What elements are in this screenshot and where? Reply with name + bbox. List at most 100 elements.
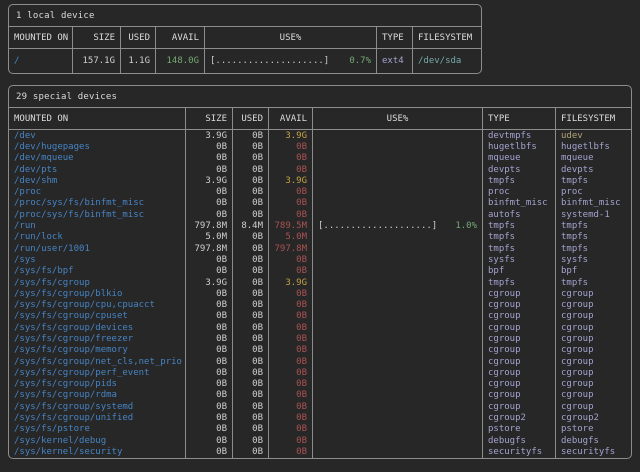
table-row: /sys/fs/cgroup/rdma 0B 0B 0B cgroup cgro… [9, 390, 631, 401]
table-row: /sys/fs/cgroup/blkio 0B 0B 0B cgroup cgr… [9, 288, 631, 299]
mount-point: /sys/fs/cgroup/systemd [9, 401, 186, 412]
mount-point: /sys/fs/cgroup/pids [9, 379, 186, 390]
avail-value: 148.0G [156, 49, 205, 73]
size-value: 797.8M [186, 220, 233, 231]
filesystem-name: debugfs [556, 435, 631, 446]
table-row: /sys/fs/pstore 0B 0B 0B pstore pstore [9, 424, 631, 435]
used-value: 0B [233, 435, 269, 446]
mount-point: /sys/fs/cgroup/net_cls,net_prio [9, 356, 186, 367]
use-percent-cell [313, 232, 483, 243]
table-row: /sys/fs/cgroup/devices 0B 0B 0B cgroup c… [9, 322, 631, 333]
size-value: 0B [186, 424, 233, 435]
filesystem-name: /dev/sda [413, 49, 481, 73]
fs-type: securityfs [483, 446, 556, 457]
mount-point: /dev/shm [9, 175, 186, 186]
size-value: 157.1G [73, 49, 121, 73]
usage-bar: [....................] [210, 56, 329, 66]
avail-value: 0B [269, 266, 313, 277]
table-row: /sys/fs/bpf 0B 0B 0B bpf bpf [9, 266, 631, 277]
special-devices-table: 29 special devices MOUNTED ON SIZE USED … [8, 85, 632, 459]
size-value: 0B [186, 356, 233, 367]
fs-type: cgroup [483, 367, 556, 378]
table-row: /sys/fs/cgroup/net_cls,net_prio 0B 0B 0B… [9, 356, 631, 367]
mount-point: /sys/fs/pstore [9, 424, 186, 435]
used-value: 0B [233, 153, 269, 164]
used-value: 0B [233, 390, 269, 401]
used-value: 0B [233, 446, 269, 457]
filesystem-name: cgroup [556, 311, 631, 322]
size-value: 0B [186, 446, 233, 457]
filesystem-name: bpf [556, 266, 631, 277]
size-value: 0B [186, 345, 233, 356]
avail-value: 0B [269, 390, 313, 401]
used-value: 0B [233, 186, 269, 197]
avail-value: 0B [269, 164, 313, 175]
mount-point: /dev/hugepages [9, 141, 186, 152]
avail-value: 0B [269, 198, 313, 209]
avail-value: 0B [269, 141, 313, 152]
avail-value: 3.9G [269, 175, 313, 186]
size-value: 0B [186, 412, 233, 423]
fs-type: cgroup [483, 401, 556, 412]
avail-value: 0B [269, 209, 313, 220]
header-used: USED [233, 108, 269, 129]
mount-point: /sys [9, 254, 186, 265]
table-row: /sys/fs/cgroup/cpu,cpuacct 0B 0B 0B cgro… [9, 299, 631, 310]
table-header: MOUNTED ON SIZE USED AVAIL USE% TYPE FIL… [9, 108, 631, 130]
header-size: SIZE [73, 27, 121, 48]
header-mounted-on: MOUNTED ON [9, 108, 186, 129]
fs-type: mqueue [483, 153, 556, 164]
header-mounted-on: MOUNTED ON [9, 27, 73, 48]
table-title: 29 special devices [9, 86, 631, 108]
size-value: 0B [186, 209, 233, 220]
use-percent-cell [313, 435, 483, 446]
mount-point: /sys/kernel/security [9, 446, 186, 457]
used-value: 0B [233, 288, 269, 299]
usage-percent-label: 1.0% [455, 221, 477, 231]
mount-point: /sys/fs/cgroup/memory [9, 345, 186, 356]
used-value: 0B [233, 322, 269, 333]
table-row: /proc/sys/fs/binfmt_misc 0B 0B 0B autofs… [9, 209, 631, 220]
use-percent-cell [313, 401, 483, 412]
fs-type: cgroup [483, 299, 556, 310]
fs-type: autofs [483, 209, 556, 220]
table-row: /sys/fs/cgroup/memory 0B 0B 0B cgroup cg… [9, 345, 631, 356]
mount-point: /sys/fs/bpf [9, 266, 186, 277]
use-percent-cell [313, 299, 483, 310]
fs-type: sysfs [483, 254, 556, 265]
filesystem-name: cgroup [556, 322, 631, 333]
table-row: /dev 3.9G 0B 3.9G devtmpfs udev [9, 130, 631, 141]
avail-value: 0B [269, 345, 313, 356]
mount-point: /sys/fs/cgroup [9, 277, 186, 288]
table-row: /sys/fs/cgroup/systemd 0B 0B 0B cgroup c… [9, 401, 631, 412]
mount-point: / [9, 49, 73, 73]
use-percent-cell [313, 164, 483, 175]
fs-type: tmpfs [483, 232, 556, 243]
table-title: 1 local device [9, 5, 481, 27]
used-value: 0B [233, 401, 269, 412]
usage-bar: [....................] [318, 221, 437, 231]
filesystem-name: cgroup [556, 356, 631, 367]
table-row: /sys/fs/cgroup 3.9G 0B 3.9G tmpfs tmpfs [9, 277, 631, 288]
fs-type: cgroup2 [483, 412, 556, 423]
use-percent-cell [313, 186, 483, 197]
use-percent-cell [313, 288, 483, 299]
use-percent-cell [313, 175, 483, 186]
table-row: / 157.1G 1.1G 148.0G [..................… [9, 49, 481, 73]
avail-value: 0B [269, 299, 313, 310]
size-value: 0B [186, 401, 233, 412]
used-value: 0B [233, 232, 269, 243]
fs-type: cgroup [483, 311, 556, 322]
use-percent-cell [313, 254, 483, 265]
use-percent-cell: [....................] 1.0% [313, 220, 483, 231]
use-percent-cell [313, 209, 483, 220]
table-row: /sys/kernel/debug 0B 0B 0B debugfs debug… [9, 435, 631, 446]
fs-type: cgroup [483, 356, 556, 367]
header-type: TYPE [377, 27, 413, 48]
used-value: 0B [233, 175, 269, 186]
filesystem-name: systemd-1 [556, 209, 631, 220]
used-value: 1.1G [121, 49, 156, 73]
used-value: 0B [233, 266, 269, 277]
use-percent-cell [313, 390, 483, 401]
header-type: TYPE [483, 108, 556, 129]
